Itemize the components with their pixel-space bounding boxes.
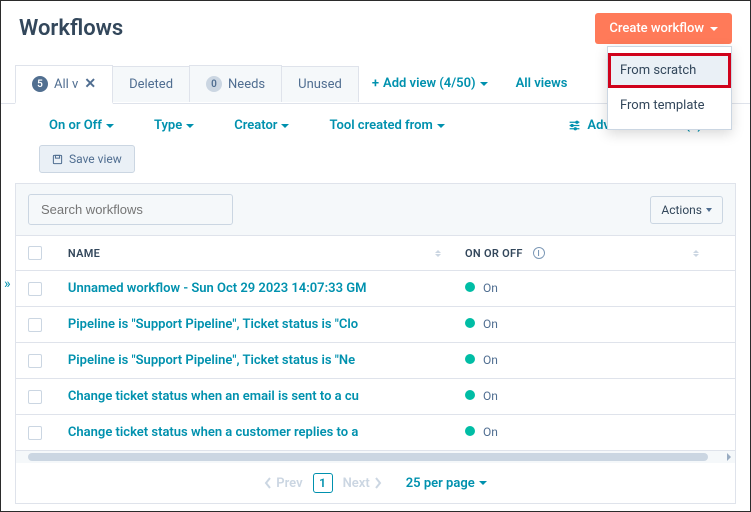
- filter-on-off-label: On or Off: [49, 118, 102, 133]
- create-workflow-dropdown: From scratch From template: [607, 46, 732, 130]
- status-dot-icon: [465, 354, 475, 364]
- chevron-down-icon: [480, 82, 488, 86]
- per-page-selector[interactable]: 25 per page: [406, 476, 487, 491]
- create-workflow-label: Create workflow: [609, 21, 704, 36]
- save-view-button[interactable]: Save view: [39, 145, 135, 173]
- select-all-checkbox[interactable]: [28, 246, 42, 260]
- sort-icon[interactable]: [435, 250, 441, 257]
- add-view-button[interactable]: + Add view (4/50): [358, 66, 502, 101]
- row-checkbox[interactable]: [28, 282, 42, 296]
- search-input-wrap[interactable]: [28, 194, 233, 225]
- search-input[interactable]: [39, 201, 219, 218]
- chevron-down-icon: [106, 124, 114, 128]
- filter-type[interactable]: Type: [154, 118, 194, 133]
- tab-all-badge: 5: [32, 76, 48, 92]
- status-dot-icon: [465, 318, 475, 328]
- chevron-down-icon: [437, 124, 445, 128]
- workflow-link[interactable]: Pipeline is "Support Pipeline", Ticket s…: [68, 353, 355, 368]
- scroll-right-icon[interactable]: [723, 451, 735, 463]
- save-view-label: Save view: [69, 152, 122, 166]
- tab-all-label: All v: [54, 77, 78, 92]
- tab-needs-badge: 0: [206, 76, 222, 92]
- chevron-down-icon: [281, 124, 289, 128]
- workflow-link[interactable]: Unnamed workflow - Sun Oct 29 2023 14:07…: [68, 281, 367, 296]
- tab-unused[interactable]: Unused: [281, 66, 359, 102]
- save-icon: [52, 154, 63, 165]
- status-dot-icon: [465, 390, 475, 400]
- plus-icon: +: [372, 76, 379, 91]
- tab-needs[interactable]: 0 Needs: [189, 65, 282, 102]
- filter-tool-created[interactable]: Tool created from: [329, 118, 444, 133]
- horizontal-scrollbar[interactable]: [16, 451, 735, 463]
- page-number[interactable]: 1: [313, 473, 333, 493]
- filter-creator[interactable]: Creator: [234, 118, 289, 133]
- workflow-link[interactable]: Change ticket status when a customer rep…: [68, 425, 358, 440]
- table-row: Change ticket status when an email is se…: [16, 379, 735, 415]
- pagination: Prev 1 Next 25 per page: [16, 463, 735, 503]
- row-checkbox[interactable]: [28, 318, 42, 332]
- tab-needs-label: Needs: [228, 77, 265, 92]
- filter-tool-created-label: Tool created from: [329, 118, 432, 133]
- all-views-link[interactable]: All views: [502, 66, 582, 101]
- per-page-label: 25 per page: [406, 476, 475, 491]
- next-label: Next: [343, 476, 370, 491]
- status-dot-icon: [465, 426, 475, 436]
- table-row: Pipeline is "Support Pipeline", Ticket s…: [16, 307, 735, 343]
- tab-all[interactable]: 5 All v ✕: [15, 65, 113, 104]
- status-dot-icon: [465, 282, 475, 292]
- actions-button[interactable]: Actions: [650, 196, 723, 224]
- chevron-down-icon: [706, 208, 712, 212]
- workflow-link[interactable]: Change ticket status when an email is se…: [68, 389, 359, 404]
- status-text: On: [483, 425, 498, 439]
- add-view-label: Add view (4/50): [383, 76, 476, 91]
- prev-label: Prev: [276, 476, 302, 491]
- sliders-icon: [568, 119, 581, 132]
- row-checkbox[interactable]: [28, 390, 42, 404]
- from-template-option[interactable]: From template: [608, 88, 731, 123]
- close-icon[interactable]: ✕: [84, 76, 96, 92]
- filter-on-off[interactable]: On or Off: [49, 118, 114, 133]
- table-row: Pipeline is "Support Pipeline", Ticket s…: [16, 343, 735, 379]
- chevron-down-icon: [710, 27, 718, 31]
- page-title: Workflows: [19, 16, 123, 41]
- sort-icon[interactable]: [693, 250, 699, 257]
- row-checkbox[interactable]: [28, 354, 42, 368]
- scrollbar-thumb[interactable]: [28, 453, 708, 461]
- filter-type-label: Type: [154, 118, 182, 133]
- chevron-down-icon: [186, 124, 194, 128]
- filter-creator-label: Creator: [234, 118, 277, 133]
- table-row: Unnamed workflow - Sun Oct 29 2023 14:07…: [16, 271, 735, 307]
- chevron-right-icon: [374, 477, 382, 489]
- next-page-button[interactable]: Next: [343, 476, 382, 491]
- chevron-down-icon: [479, 481, 487, 485]
- from-scratch-option[interactable]: From scratch: [608, 53, 731, 88]
- column-header-onoff[interactable]: On or Off: [465, 247, 523, 260]
- row-checkbox[interactable]: [28, 426, 42, 440]
- table-row: Change ticket status when a customer rep…: [16, 415, 735, 451]
- actions-label: Actions: [661, 203, 702, 217]
- workflow-link[interactable]: Pipeline is "Support Pipeline", Ticket s…: [68, 317, 358, 332]
- status-text: On: [483, 317, 498, 331]
- status-text: On: [483, 389, 498, 403]
- create-workflow-button[interactable]: Create workflow: [595, 13, 732, 44]
- chevron-left-icon: [264, 477, 272, 489]
- status-text: On: [483, 353, 498, 367]
- workflows-table: » Actions Name: [15, 183, 736, 504]
- tab-deleted[interactable]: Deleted: [112, 66, 190, 102]
- column-header-name[interactable]: Name: [68, 247, 100, 260]
- status-text: On: [483, 281, 498, 295]
- info-icon[interactable]: i: [533, 247, 545, 259]
- prev-page-button[interactable]: Prev: [264, 476, 302, 491]
- expand-sidebar-icon[interactable]: »: [4, 276, 11, 292]
